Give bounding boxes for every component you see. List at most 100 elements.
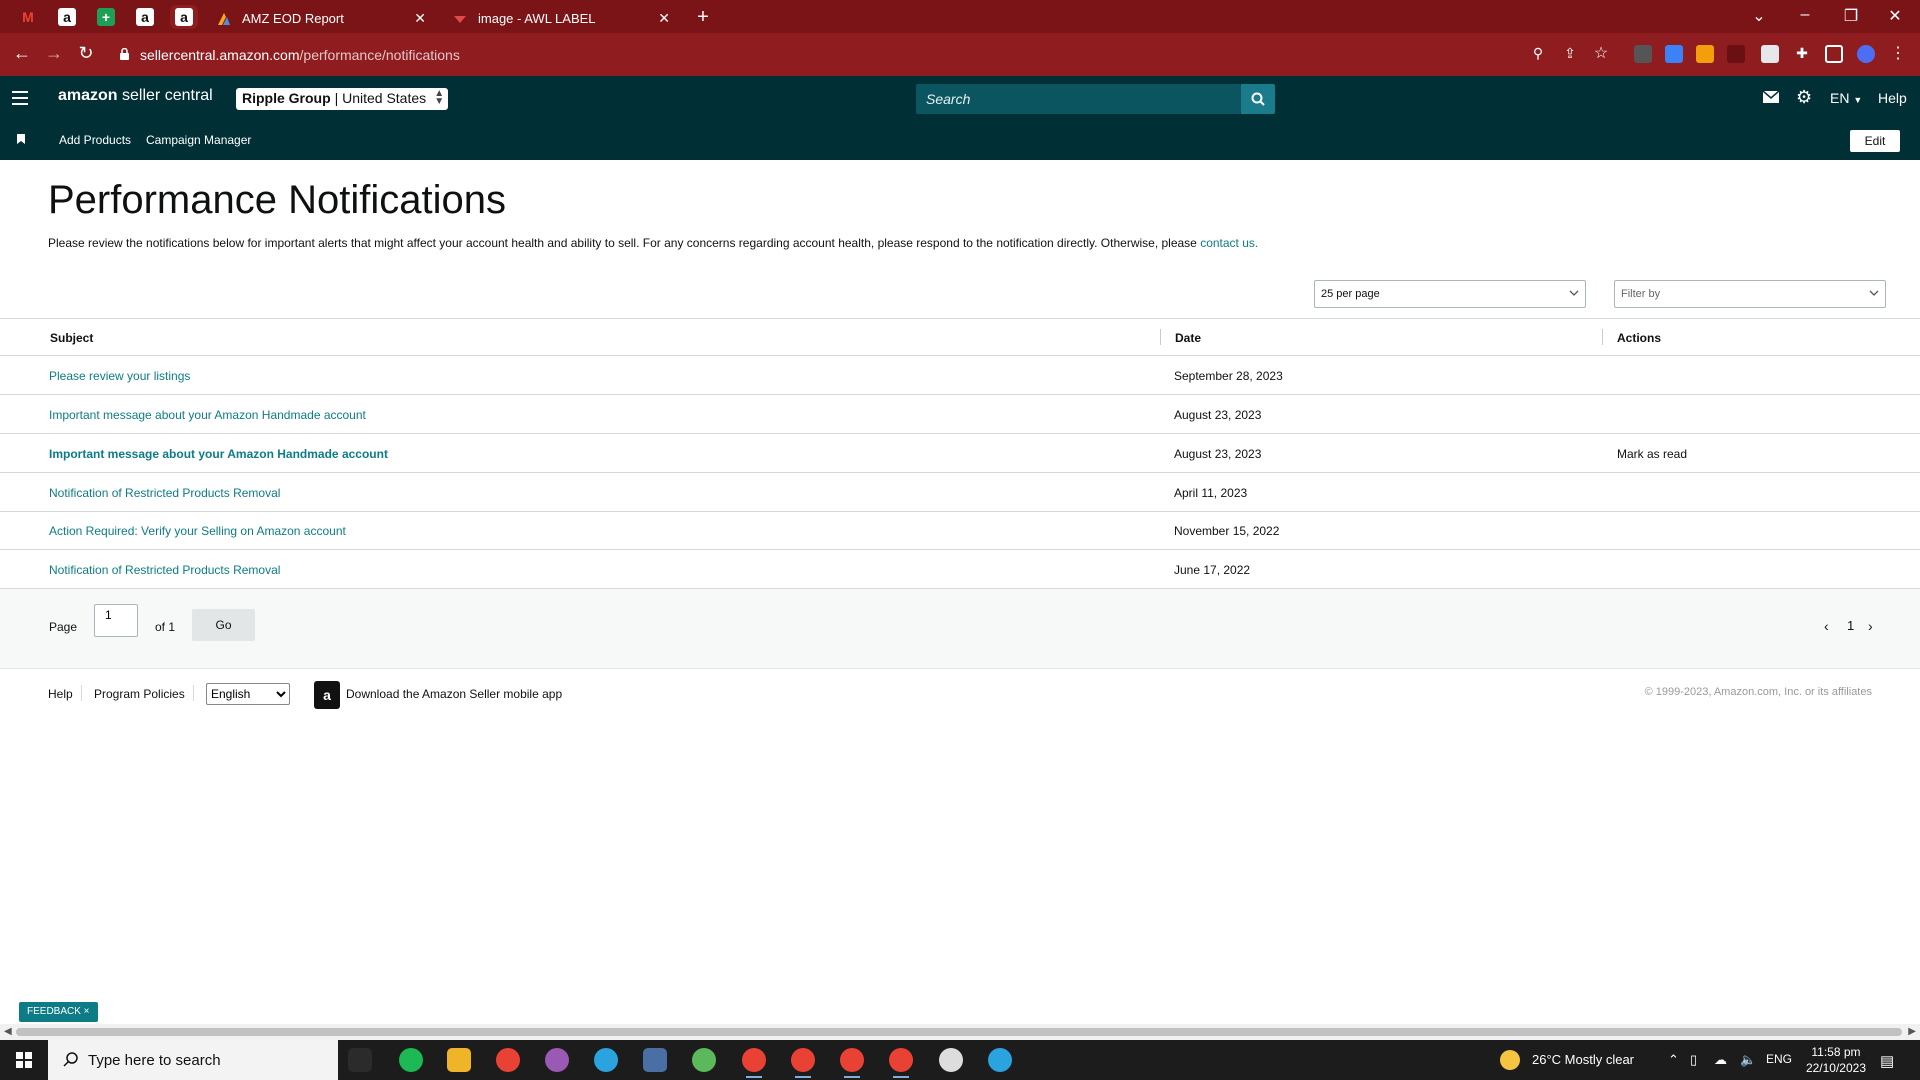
mark-as-read-link[interactable]: Mark as read — [1617, 447, 1687, 461]
account-switcher[interactable]: Ripple Group | United States ▲ ▼ — [236, 88, 449, 110]
edit-bookmarks-button[interactable]: Edit — [1850, 130, 1900, 152]
minimize-button[interactable]: – — [1795, 6, 1815, 24]
bookmark-icon[interactable] — [17, 134, 25, 144]
extension-doc-icon[interactable] — [1761, 45, 1779, 63]
amazon-active-tab[interactable]: a — [170, 5, 198, 29]
scroll-right-arrow-icon[interactable]: ▶ — [1908, 1026, 1916, 1037]
file-explorer-icon[interactable] — [447, 1048, 471, 1072]
tab-amz-eod-report[interactable]: AMZ EOD Report ✕ — [206, 4, 436, 33]
chevron-left-icon[interactable]: ‹ — [1824, 618, 1829, 634]
extension-dark-icon[interactable] — [1727, 45, 1745, 63]
program-policies-link[interactable]: Program Policies — [94, 687, 185, 701]
chevron-down-icon — [1869, 290, 1879, 296]
gmail-tab[interactable]: M — [14, 5, 42, 29]
messenger-icon[interactable] — [545, 1048, 569, 1072]
side-panel-icon[interactable] — [1825, 45, 1843, 63]
windows-start-icon[interactable] — [16, 1052, 32, 1068]
search-input[interactable] — [916, 84, 1241, 114]
go-button[interactable]: Go — [192, 609, 255, 641]
chrome-profile-icon[interactable] — [840, 1048, 864, 1078]
share-icon[interactable]: ⇪ — [1558, 45, 1582, 62]
language-selector[interactable]: EN ▼ — [1830, 90, 1862, 106]
taskbar-search-placeholder: Type here to search — [88, 1051, 221, 1069]
footer-help-link[interactable]: Help — [48, 687, 73, 701]
footer-language-select[interactable]: English — [206, 683, 290, 705]
add-products-link[interactable]: Add Products — [59, 133, 131, 147]
zoom-icon[interactable]: ⚲ — [1526, 45, 1550, 62]
extension-puzzle-blue-icon[interactable] — [1665, 45, 1683, 63]
amazon-pinned-tab[interactable]: a — [53, 5, 81, 29]
amazon-icon: a — [58, 8, 76, 26]
url-host: sellercentral.amazon.com — [140, 47, 300, 63]
search-button[interactable] — [1241, 84, 1275, 114]
new-tab-button[interactable]: + — [693, 6, 713, 29]
forward-button[interactable]: → — [42, 43, 66, 64]
notification-subject-link[interactable]: Notification of Restricted Products Remo… — [49, 486, 280, 500]
url-field[interactable]: sellercentral.amazon.com/performance/not… — [112, 41, 1547, 69]
horizontal-scrollbar[interactable]: ◀ ▶ — [0, 1024, 1920, 1040]
notification-subject-link[interactable]: Please review your listings — [49, 369, 190, 383]
chrome-profile-icon[interactable] — [791, 1048, 815, 1078]
notification-subject-link[interactable]: Action Required: Verify your Selling on … — [49, 524, 346, 538]
subject-column-header[interactable]: Subject — [50, 331, 93, 345]
close-window-button[interactable]: ✕ — [1885, 6, 1905, 26]
hamburger-menu-icon[interactable] — [12, 91, 28, 105]
profile-avatar[interactable] — [1857, 45, 1875, 63]
notification-subject-link[interactable]: Important message about your Amazon Hand… — [49, 447, 388, 461]
chevron-up-icon[interactable]: ⌃ — [1668, 1052, 1679, 1068]
reload-button[interactable]: ↻ — [74, 43, 98, 64]
close-icon[interactable]: ✕ — [414, 10, 426, 27]
extension-off-icon[interactable] — [1634, 45, 1652, 63]
help-link[interactable]: Help — [1878, 90, 1907, 106]
filter-by-select[interactable]: Filter by — [1614, 280, 1886, 308]
notification-center-icon[interactable]: ▤ — [1880, 1052, 1894, 1070]
date-column-header[interactable]: Date — [1175, 331, 1201, 345]
notification-subject-link[interactable]: Important message about your Amazon Hand… — [49, 408, 366, 422]
weather-text[interactable]: 26°C Mostly clear — [1532, 1052, 1634, 1067]
app-icon[interactable] — [939, 1048, 963, 1072]
notification-subject-link[interactable]: Notification of Restricted Products Remo… — [49, 563, 280, 577]
kebab-menu-icon[interactable]: ⋮ — [1886, 43, 1910, 63]
amazon-pinned-tab-2[interactable]: a — [131, 5, 159, 29]
logo-text: seller central — [117, 87, 213, 104]
bookmark-star-icon[interactable]: ☆ — [1589, 43, 1613, 63]
download-app-link[interactable]: Download the Amazon Seller mobile app — [346, 687, 562, 701]
system-clock[interactable]: 11:58 pm 22/10/2023 — [1806, 1044, 1866, 1076]
current-page-number[interactable]: 1 — [1847, 618, 1854, 633]
feedback-button[interactable]: FEEDBACK × — [19, 1002, 98, 1022]
back-button[interactable]: ← — [10, 43, 34, 64]
utorrent-icon[interactable] — [692, 1048, 716, 1072]
settings-gear-icon[interactable]: ⚙ — [1796, 87, 1812, 108]
contact-us-link[interactable]: contact us. — [1200, 236, 1258, 250]
close-icon[interactable]: ✕ — [658, 10, 670, 27]
battery-icon[interactable]: ▯ — [1690, 1052, 1697, 1068]
extension-js-icon[interactable] — [1696, 45, 1714, 63]
chrome-profile-icon[interactable] — [889, 1048, 913, 1078]
per-page-select[interactable]: 25 per page — [1314, 280, 1586, 308]
scrollbar-thumb[interactable] — [16, 1028, 1902, 1036]
telegram-icon[interactable] — [988, 1048, 1012, 1072]
page-number-input[interactable] — [94, 604, 138, 637]
spotify-icon[interactable] — [399, 1048, 423, 1072]
scroll-left-arrow-icon[interactable]: ◀ — [4, 1026, 12, 1037]
input-language[interactable]: ENG — [1766, 1052, 1792, 1066]
telegram-icon[interactable] — [594, 1048, 618, 1072]
restore-button[interactable]: ❐ — [1841, 6, 1861, 26]
volume-icon[interactable]: 🔈 — [1740, 1052, 1756, 1068]
chrome-icon[interactable] — [496, 1048, 520, 1072]
mail-icon[interactable] — [1763, 91, 1779, 103]
cloud-icon[interactable]: ☁ — [1714, 1052, 1727, 1068]
seller-central-logo[interactable]: amazon seller central — [58, 87, 213, 105]
extensions-puzzle-icon[interactable]: ✚ — [1790, 45, 1814, 62]
taskbar-search-input[interactable]: Type here to search — [48, 1040, 338, 1080]
weather-moon-icon[interactable] — [1500, 1050, 1520, 1070]
chevron-right-icon[interactable]: › — [1868, 618, 1873, 634]
chrome-profile-icon[interactable] — [742, 1048, 766, 1078]
task-view-icon[interactable] — [348, 1048, 372, 1072]
calculator-icon[interactable] — [643, 1048, 667, 1072]
amazon-seller-app-icon[interactable]: a — [314, 681, 340, 709]
tab-awl-label[interactable]: image - AWL LABEL ✕ — [442, 4, 680, 33]
chevron-down-icon[interactable]: ⌄ — [1749, 6, 1769, 26]
sheets-pinned-tab[interactable]: + — [92, 5, 120, 29]
campaign-manager-link[interactable]: Campaign Manager — [146, 133, 251, 147]
